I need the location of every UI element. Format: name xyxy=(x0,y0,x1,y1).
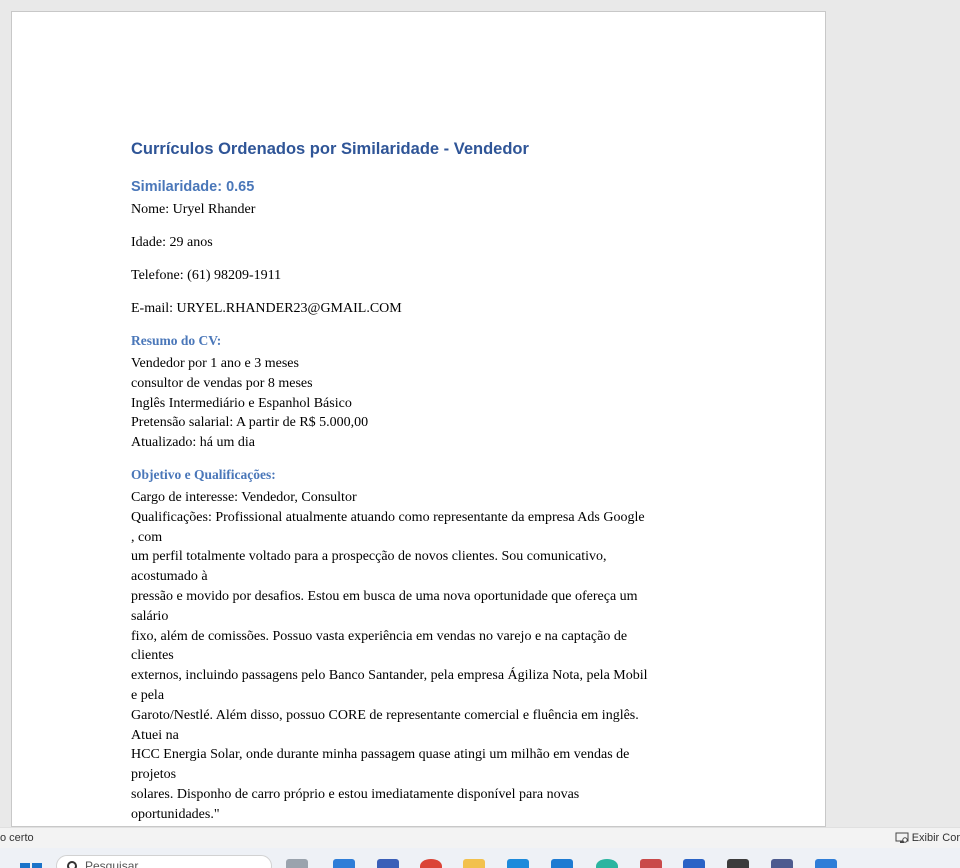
start-icon[interactable] xyxy=(20,860,42,868)
task-view-icon[interactable] xyxy=(286,859,308,868)
document-content: Currículos Ordenados por Similaridade - … xyxy=(131,140,711,826)
feather-icon[interactable] xyxy=(771,859,793,868)
folder-icon[interactable] xyxy=(463,859,485,868)
taskbar-search[interactable]: Pesquisar xyxy=(56,855,272,868)
office-icon[interactable] xyxy=(683,859,705,868)
chrome-icon[interactable] xyxy=(420,859,442,868)
summary-line: Pretensão salarial: A partir de R$ 5.000… xyxy=(131,415,369,431)
objective-line: salário xyxy=(131,608,169,624)
store-icon[interactable] xyxy=(377,859,399,868)
summary-line: Atualizado: há um dia xyxy=(131,435,256,451)
status-text: o certo xyxy=(0,832,34,844)
focus-view-icon xyxy=(895,832,909,843)
objective-line: Cargo de interesse: Vendedor, Consultor xyxy=(131,489,357,505)
terminal-icon[interactable] xyxy=(727,859,749,868)
objective-line: acostumado à xyxy=(131,569,208,585)
similarity-heading: Similaridade: 0.65 xyxy=(131,179,255,195)
edge-icon[interactable] xyxy=(596,859,618,868)
field-email: E-mail: URYEL.RHANDER23@GMAIL.COM xyxy=(131,301,402,316)
objective-line: HCC Energia Solar, onde durante minha pa… xyxy=(131,747,630,763)
search-placeholder: Pesquisar xyxy=(85,859,139,868)
summary-line: Vendedor por 1 ano e 3 meses xyxy=(131,356,299,371)
vscode-icon[interactable] xyxy=(551,859,573,868)
focus-view-button[interactable]: Exibir Cor xyxy=(895,832,960,844)
objective-line: Atuei na xyxy=(131,727,179,743)
taskbar: Pesquisar xyxy=(0,848,960,868)
summary-line: consultor de vendas por 8 meses xyxy=(131,375,313,391)
app-icon[interactable] xyxy=(507,859,529,868)
field-phone: Telefone: (61) 98209-1911 xyxy=(131,268,282,283)
field-name: Nome: Uryel Rhander xyxy=(131,202,256,217)
objective-line: Garoto/Nestlé. Além disso, possuo CORE d… xyxy=(131,707,639,723)
field-age: Idade: 29 anos xyxy=(131,235,213,250)
objective-line: um perfil totalmente voltado para a pros… xyxy=(131,549,607,565)
objective-line: clientes xyxy=(131,648,174,664)
focus-view-label: Exibir Cor xyxy=(911,832,960,844)
objective-line: , com xyxy=(131,529,163,545)
slack-icon[interactable] xyxy=(640,859,662,868)
search-icon xyxy=(67,861,77,868)
objective-line: oportunidades." xyxy=(131,806,220,822)
summary-heading: Resumo do CV: xyxy=(131,333,222,348)
objective-heading: Objetivo e Qualificações: xyxy=(131,466,276,482)
objective-line: Qualificações: Profissional atualmente a… xyxy=(131,509,645,525)
window-icon[interactable] xyxy=(815,859,837,868)
objective-block: Cargo de interesse: Vendedor, Consultor … xyxy=(131,488,711,825)
objective-line: projetos xyxy=(131,767,177,783)
objective-line: e pela xyxy=(131,687,165,703)
objective-line: pressão e movido por desafios. Estou em … xyxy=(131,588,638,604)
summary-line: Inglês Intermediário e Espanhol Básico xyxy=(131,395,352,411)
status-bar: o certo Exibir Cor xyxy=(0,827,960,848)
document-title: Currículos Ordenados por Similaridade - … xyxy=(131,140,529,158)
objective-line: externos, incluindo passagens pelo Banco… xyxy=(131,668,648,684)
objective-line: solares. Disponho de carro próprio e est… xyxy=(131,786,580,802)
summary-block: Vendedor por 1 ano e 3 meses consultor d… xyxy=(131,354,711,453)
widgets-icon[interactable] xyxy=(333,859,355,868)
document-page[interactable]: Currículos Ordenados por Similaridade - … xyxy=(11,11,826,827)
objective-line: fixo, além de comissões. Possuo vasta ex… xyxy=(131,628,628,644)
